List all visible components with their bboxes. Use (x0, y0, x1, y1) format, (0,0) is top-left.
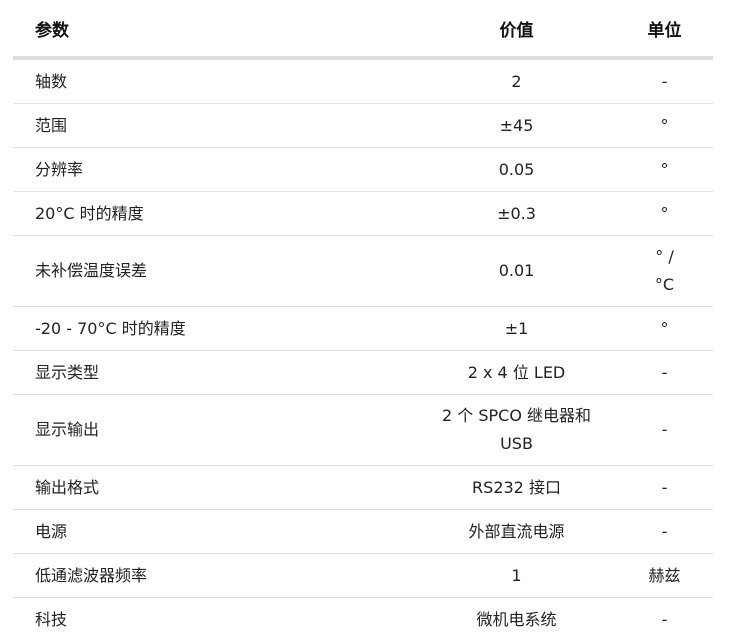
row-unit: ° (616, 307, 713, 351)
row-param: 显示类型 (13, 351, 417, 395)
row-unit: - (616, 598, 713, 641)
row-param: 科技 (13, 598, 417, 641)
header-param: 参数 (13, 0, 417, 58)
row-param: 电源 (13, 510, 417, 554)
table-row: 范围 ±45 ° (13, 104, 713, 148)
header-value: 价值 (417, 0, 616, 58)
row-unit: 赫兹 (616, 554, 713, 598)
row-unit: - (616, 351, 713, 395)
row-unit: - (616, 466, 713, 510)
row-value: 0.01 (417, 236, 616, 307)
row-value: 微机电系统 (417, 598, 616, 641)
table-row: 输出格式 RS232 接口 - (13, 466, 713, 510)
table-row: 未补偿温度误差 0.01 ° / °C (13, 236, 713, 307)
table-row: 显示类型 2 x 4 位 LED - (13, 351, 713, 395)
spec-table: 参数 价值 单位 轴数 2 - 范围 ±45 ° 分辨率 0.05 ° 20°C… (13, 0, 713, 641)
row-value: ±0.3 (417, 192, 616, 236)
row-value: 2 x 4 位 LED (417, 351, 616, 395)
row-unit: ° (616, 148, 713, 192)
row-value: 2 个 SPCO 继电器和 USB (417, 395, 616, 466)
row-unit: ° (616, 104, 713, 148)
row-value: 外部直流电源 (417, 510, 616, 554)
table-row: 低通滤波器频率 1 赫兹 (13, 554, 713, 598)
table-row: 20°C 时的精度 ±0.3 ° (13, 192, 713, 236)
row-param: 分辨率 (13, 148, 417, 192)
row-param: 未补偿温度误差 (13, 236, 417, 307)
row-value: ±1 (417, 307, 616, 351)
row-unit: - (616, 510, 713, 554)
table-row: 显示输出 2 个 SPCO 继电器和 USB - (13, 395, 713, 466)
table-row: -20 - 70°C 时的精度 ±1 ° (13, 307, 713, 351)
row-param: 输出格式 (13, 466, 417, 510)
row-unit: - (616, 58, 713, 104)
table-row: 电源 外部直流电源 - (13, 510, 713, 554)
row-value: 2 (417, 58, 616, 104)
row-value: 0.05 (417, 148, 616, 192)
table-header: 参数 价值 单位 (13, 0, 713, 58)
row-param: -20 - 70°C 时的精度 (13, 307, 417, 351)
header-unit: 单位 (616, 0, 713, 58)
table-row: 科技 微机电系统 - (13, 598, 713, 641)
row-unit: ° / °C (616, 236, 713, 307)
row-unit-text: ° / °C (645, 243, 685, 299)
table-row: 分辨率 0.05 ° (13, 148, 713, 192)
table-body: 轴数 2 - 范围 ±45 ° 分辨率 0.05 ° 20°C 时的精度 ±0.… (13, 58, 713, 641)
row-value: 1 (417, 554, 616, 598)
row-unit: - (616, 395, 713, 466)
table-row: 轴数 2 - (13, 58, 713, 104)
row-param: 轴数 (13, 58, 417, 104)
row-param: 显示输出 (13, 395, 417, 466)
row-value: RS232 接口 (417, 466, 616, 510)
row-param: 20°C 时的精度 (13, 192, 417, 236)
row-unit: ° (616, 192, 713, 236)
row-param: 低通滤波器频率 (13, 554, 417, 598)
header-row: 参数 价值 单位 (13, 0, 713, 58)
row-value-text: 2 个 SPCO 继电器和 USB (432, 402, 602, 458)
row-value: ±45 (417, 104, 616, 148)
row-param: 范围 (13, 104, 417, 148)
